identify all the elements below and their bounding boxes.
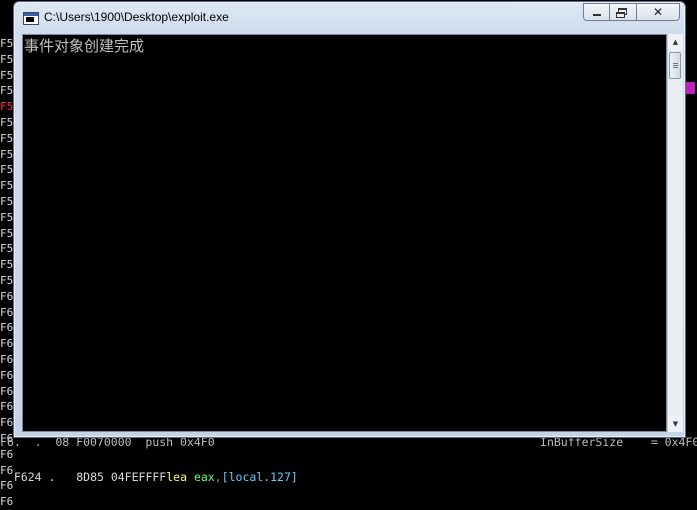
restore-icon: [616, 8, 627, 18]
maximize-button[interactable]: [610, 3, 637, 21]
instruction-comma: ,: [214, 470, 222, 484]
window-title: C:\Users\1900\Desktop\exploit.exe: [44, 10, 229, 24]
thumb-grip-line: [673, 67, 678, 68]
close-icon: ✕: [652, 5, 664, 19]
close-button[interactable]: ✕: [637, 3, 680, 21]
marker: [685, 82, 695, 94]
title-bar[interactable]: C:\Users\1900\Desktop\exploit.exe ✕: [14, 2, 685, 32]
instruction-argument: [local.127]: [221, 470, 298, 484]
arrow-down-icon: ▼: [672, 420, 679, 428]
instruction-bytes: 8D85 04FEFFFF: [76, 470, 167, 484]
instruction-register: eax: [193, 470, 215, 484]
arrow-up-icon: ▲: [672, 38, 679, 46]
scroll-up-button[interactable]: ▲: [668, 34, 683, 50]
console-app-icon[interactable]: [23, 12, 39, 25]
thumb-grip-line: [673, 65, 678, 66]
instruction-mnemonic: lea: [166, 470, 188, 484]
minimize-icon: [593, 14, 601, 16]
caption-buttons: ✕: [583, 3, 680, 22]
console-window[interactable]: C:\Users\1900\Desktop\exploit.exe ✕ 事件对象…: [13, 1, 686, 438]
instruction-marker: .: [48, 470, 56, 484]
instruction-address: F624: [13, 470, 42, 484]
console-output-text: 事件对象创建完成: [24, 37, 145, 55]
thumb-grip-line: [673, 63, 678, 64]
vertical-scrollbar[interactable]: ▲ ▼: [667, 34, 683, 432]
console-output-area[interactable]: 事件对象创建完成: [22, 34, 667, 432]
debugger-instruction-row[interactable]: F624 . 8D85 04FEFFFFlea eax,[local.127]: [0, 450, 697, 484]
address-row[interactable]: F6: [0, 494, 20, 510]
minimize-button[interactable]: [583, 3, 610, 21]
scrollbar-thumb[interactable]: [669, 52, 681, 79]
scroll-down-button[interactable]: ▼: [668, 416, 683, 432]
